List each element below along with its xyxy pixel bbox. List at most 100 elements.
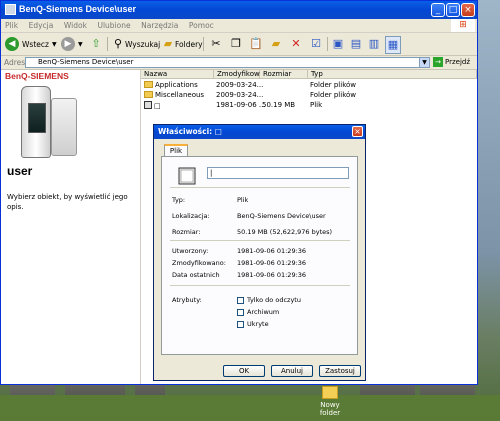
copy-button[interactable]: ❐ — [229, 36, 243, 52]
paste-icon: 📋 — [249, 37, 263, 50]
list-view-icon: ▥ — [368, 37, 380, 50]
folder-icon — [322, 386, 338, 399]
up-folder-button[interactable]: ⇧ — [89, 36, 103, 52]
menu-favorites[interactable]: Ulubione — [93, 19, 134, 30]
column-name[interactable]: Nazwa — [141, 70, 214, 79]
icons-view-icon: ▤ — [350, 37, 362, 50]
column-modified[interactable]: Zmodyfikowano — [214, 70, 273, 79]
search-label: Wyszukaj — [125, 39, 161, 49]
attributes-label: Atrybuty: — [172, 296, 202, 304]
file-modified: 2009-03-24... — [216, 91, 264, 99]
search-icon: ⚲ — [113, 37, 123, 50]
address-label: Adres — [4, 58, 26, 67]
menu-help[interactable]: Pomoc — [185, 19, 218, 30]
new-folder-button[interactable]: ▰ — [269, 36, 283, 52]
dialog-title: Właściwości: □ — [158, 127, 222, 136]
prop-label: Lokalizacja: — [172, 212, 210, 220]
back-label: Wstecz — [22, 39, 49, 49]
desktop-icon-label: Nowy folder — [319, 401, 341, 417]
checkbox-label: Archiwum — [247, 308, 280, 316]
file-type: Folder plików — [310, 91, 357, 99]
folders-icon: ▰ — [163, 37, 173, 50]
column-size[interactable]: Rozmiar — [260, 70, 308, 79]
divider — [170, 187, 350, 188]
folder-name: user — [7, 164, 33, 178]
prop-value: 1981-09-06 01:29:36 — [237, 259, 307, 267]
back-button[interactable]: ◀ Wstecz ▼ — [5, 36, 57, 52]
checkbox-label: Tylko do odczytu — [247, 296, 301, 304]
table-row[interactable]: Applications 2009-03-24... Folder plików — [141, 81, 477, 90]
close-button[interactable]: × — [461, 3, 475, 17]
prop-value: 1981-09-06 01:29:36 — [237, 271, 307, 279]
window-title: BenQ-Siemens Device\user — [19, 4, 137, 14]
table-row[interactable]: □ 1981-09-06 ... 50.19 MB Plik — [141, 101, 477, 110]
new-folder-icon: ▰ — [271, 37, 281, 50]
search-button[interactable]: ⚲ Wyszukaj — [111, 36, 160, 52]
file-icon — [178, 167, 196, 185]
forward-arrow-icon: ▶ — [61, 37, 75, 51]
title-bar[interactable]: BenQ-Siemens Device\user _ □ × — [1, 1, 477, 19]
file-modified: 2009-03-24... — [216, 81, 264, 89]
desktop-folder-icon[interactable]: Nowy folder — [310, 386, 350, 417]
maximize-button[interactable]: □ — [446, 3, 460, 17]
delete-icon: ✕ — [291, 37, 301, 50]
archive-checkbox[interactable]: Archiwum — [237, 308, 279, 316]
cancel-button[interactable]: Anuluj — [271, 365, 313, 377]
menu-tools[interactable]: Narzędzia — [137, 19, 182, 30]
prop-value: Plik — [237, 196, 249, 204]
go-button[interactable]: → Przejdź — [433, 57, 470, 67]
toolbar: ◀ Wstecz ▼ ▶ ▼ ⇧ ⚲ Wyszukaj ▰ Foldery ✂ … — [1, 33, 477, 56]
view-tiles-button[interactable]: ▣ — [331, 36, 345, 52]
file-name: Miscellaneous — [155, 91, 205, 99]
up-folder-icon: ⇧ — [91, 37, 101, 50]
back-arrow-icon: ◀ — [5, 37, 19, 51]
address-bar: Adres BenQ-Siemens Device\user ▼ → Przej… — [1, 56, 477, 70]
properties-icon: ☑ — [311, 37, 321, 50]
view-details-button[interactable]: ▦ — [385, 36, 401, 54]
folder-icon — [144, 81, 153, 88]
ok-button[interactable]: OK — [223, 365, 265, 377]
prop-label: Typ: — [172, 196, 186, 204]
hidden-checkbox[interactable]: Ukryte — [237, 320, 269, 328]
prop-value: 50.19 MB (52,622,976 bytes) — [237, 228, 333, 236]
prop-label: Zmodyfikowano: — [172, 259, 226, 267]
grass — [0, 395, 500, 421]
table-row[interactable]: Miscellaneous 2009-03-24... Folder plikó… — [141, 91, 477, 100]
close-icon[interactable]: × — [352, 126, 363, 137]
paste-button[interactable]: 📋 — [249, 36, 263, 52]
file-name-input[interactable]: | — [207, 167, 349, 179]
properties-dialog: Właściwości: □ × Plik | Typ: Plik Lokali… — [153, 124, 366, 381]
forward-button[interactable]: ▶ ▼ — [61, 36, 83, 52]
tab-file[interactable]: Plik — [164, 144, 188, 156]
view-list-button[interactable]: ▥ — [367, 36, 381, 52]
phone-image — [51, 98, 77, 156]
address-input[interactable]: BenQ-Siemens Device\user — [25, 57, 430, 68]
minimize-button[interactable]: _ — [431, 3, 445, 17]
checkbox-label: Ukryte — [247, 320, 269, 328]
view-icons-button[interactable]: ▤ — [349, 36, 363, 52]
toolbar-separator — [327, 37, 328, 51]
folders-button[interactable]: ▰ Foldery — [161, 36, 203, 52]
readonly-checkbox[interactable]: Tylko do odczytu — [237, 296, 301, 304]
file-size: 50.19 MB — [262, 101, 296, 109]
file-icon — [144, 101, 152, 109]
delete-button[interactable]: ✕ — [289, 36, 303, 52]
prop-value: BenQ-Siemens Device\user — [237, 212, 326, 220]
menu-file[interactable]: Plik — [1, 19, 22, 30]
copy-icon: ❐ — [231, 37, 241, 50]
go-arrow-icon: → — [433, 57, 443, 67]
chevron-down-icon: ▼ — [78, 40, 83, 48]
properties-button[interactable]: ☑ — [309, 36, 323, 52]
menu-edit[interactable]: Edycja — [25, 19, 58, 30]
cut-icon: ✂ — [211, 37, 221, 50]
menu-view[interactable]: Widok — [60, 19, 91, 30]
address-dropdown[interactable]: ▼ — [419, 57, 430, 68]
column-type[interactable]: Typ — [308, 70, 477, 79]
windows-logo-icon: ⊞ — [451, 19, 475, 32]
device-icon — [5, 4, 16, 15]
go-label: Przejdź — [445, 58, 471, 66]
dialog-title-bar[interactable]: Właściwości: □ × — [154, 125, 365, 139]
file-type: Folder plików — [310, 81, 357, 89]
apply-button[interactable]: Zastosuj — [319, 365, 361, 377]
cut-button[interactable]: ✂ — [209, 36, 223, 52]
